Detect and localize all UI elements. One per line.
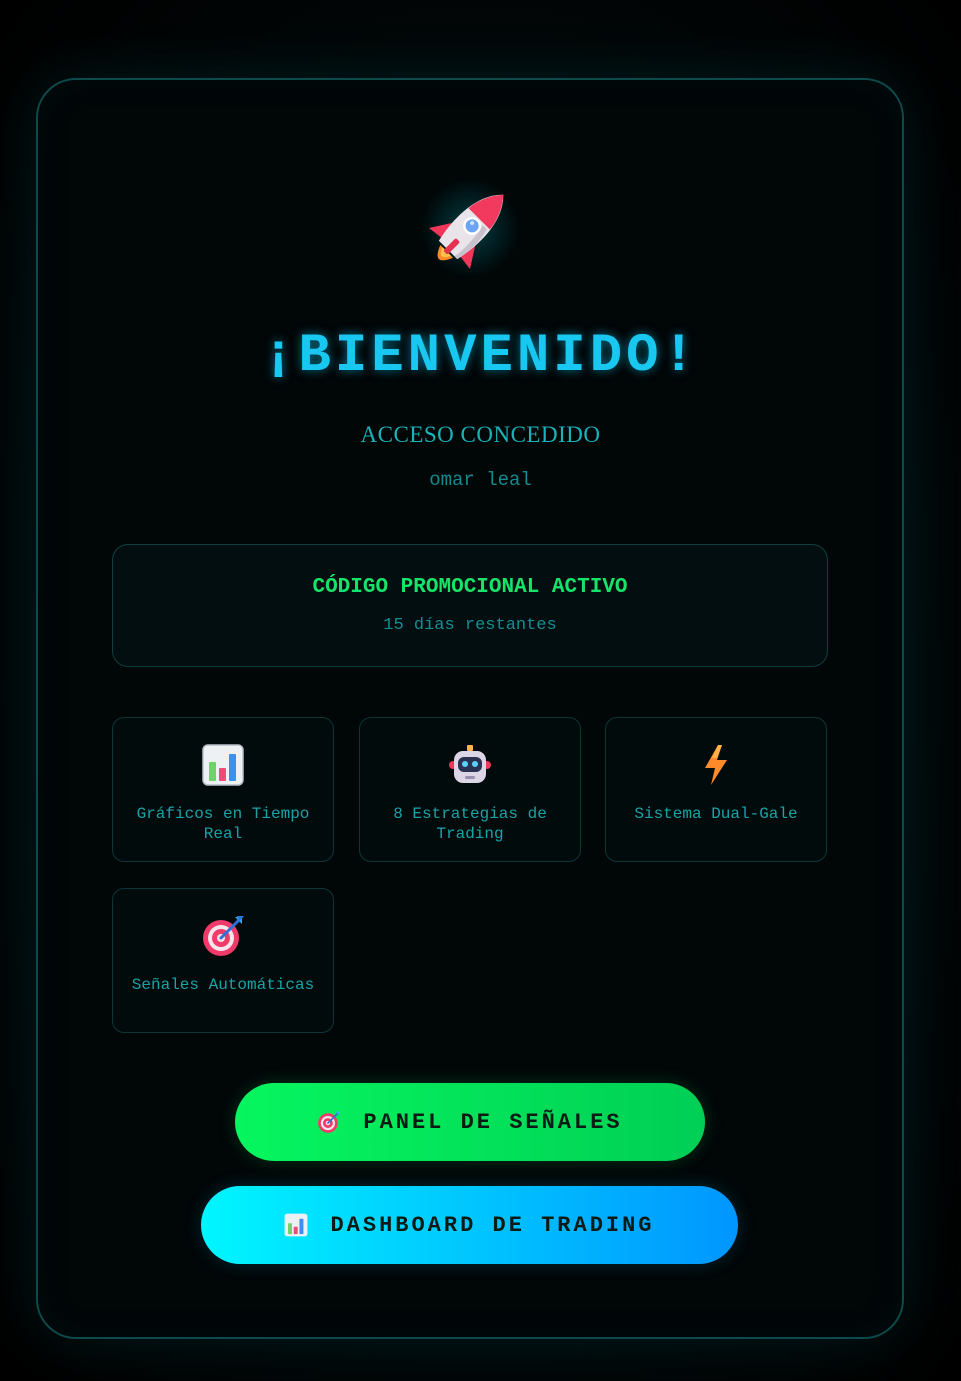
- feature-label: 8 Estrategias de Trading: [393, 805, 547, 843]
- rocket-icon: [428, 194, 504, 270]
- feature-card-dual-gale: Sistema Dual-Gale: [605, 717, 827, 862]
- feature-card-signals: Señales Automáticas: [112, 888, 334, 1033]
- signals-panel-button[interactable]: PANEL DE SEÑALES: [235, 1083, 705, 1161]
- rocket-emblem: [402, 166, 538, 290]
- username: omar leal: [429, 469, 532, 491]
- promo-title: CÓDIGO PROMOCIONAL ACTIVO: [312, 576, 628, 599]
- access-granted-text: ACCESO CONCEDIDO: [360, 422, 601, 447]
- lightning-icon: [705, 745, 727, 785]
- signals-panel-label: PANEL DE SEÑALES: [363, 1109, 623, 1135]
- feature-label: Señales Automáticas: [131, 976, 315, 994]
- trading-dashboard-button[interactable]: DASHBOARD DE TRADING: [201, 1186, 738, 1264]
- bar-chart-icon: [202, 744, 244, 786]
- trading-dashboard-label: DASHBOARD DE TRADING: [330, 1212, 655, 1238]
- target-icon: [317, 1110, 341, 1134]
- welcome-title: ¡BIENVENIDO!: [262, 326, 699, 387]
- bar-chart-icon: [284, 1213, 308, 1237]
- robot-icon: [449, 745, 491, 783]
- promo-days-remaining: 15 días restantes: [383, 616, 557, 635]
- feature-label: Sistema Dual-Gale: [634, 805, 798, 823]
- feature-card-charts: Gráficos en Tiempo Real: [112, 717, 334, 862]
- feature-card-strategies: 8 Estrategias de Trading: [359, 717, 581, 862]
- target-icon: [203, 916, 244, 956]
- feature-label: Gráficos en Tiempo Real: [136, 805, 310, 843]
- promo-code-panel: CÓDIGO PROMOCIONAL ACTIVO 15 días restan…: [112, 544, 828, 667]
